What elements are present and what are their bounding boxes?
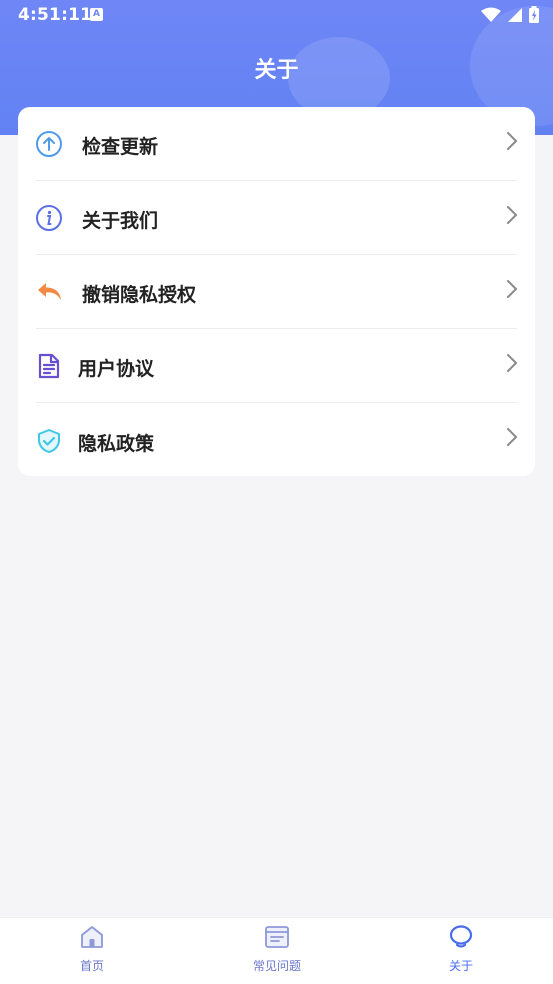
chevron-right-icon bbox=[507, 206, 518, 224]
chevron-right-icon bbox=[507, 428, 518, 446]
chevron-right-icon bbox=[507, 354, 518, 372]
faq-icon bbox=[265, 926, 289, 948]
status-bar: 4:51:11 A bbox=[0, 0, 553, 32]
tab-about[interactable]: 关于 bbox=[401, 918, 521, 984]
menu-item-label: 用户协议 bbox=[78, 358, 155, 380]
menu-item-user-agreement[interactable]: 用户协议 bbox=[18, 329, 535, 403]
menu-item-about-us[interactable]: 关于我们 bbox=[18, 181, 535, 255]
page-title: 关于 bbox=[254, 58, 299, 83]
tab-home[interactable]: 首页 bbox=[32, 918, 152, 984]
signal-icon bbox=[508, 7, 522, 22]
status-time: 4:51:11 bbox=[18, 5, 93, 25]
menu-item-privacy-policy[interactable]: 隐私政策 bbox=[18, 403, 535, 477]
shield-check-icon bbox=[38, 429, 60, 453]
menu-item-label: 关于我们 bbox=[82, 210, 159, 232]
tab-faq[interactable]: 常见问题 bbox=[217, 918, 337, 984]
bottom-tab-bar: 首页 常见问题 关于 bbox=[0, 917, 553, 984]
chevron-right-icon bbox=[507, 280, 518, 298]
document-icon bbox=[38, 353, 60, 379]
menu-card: 检查更新 关于我们 撤销隐私授权 用户协议 隐私政策 bbox=[18, 107, 535, 476]
tab-label: 首页 bbox=[79, 959, 104, 973]
menu-item-label: 撤销隐私授权 bbox=[82, 284, 197, 306]
reply-arrow-icon bbox=[38, 283, 61, 300]
status-icons bbox=[481, 6, 539, 23]
menu-item-label: 检查更新 bbox=[82, 136, 159, 158]
wifi-icon bbox=[481, 7, 501, 22]
tab-label: 常见问题 bbox=[252, 959, 301, 973]
menu-item-check-update[interactable]: 检查更新 bbox=[18, 107, 535, 181]
home-icon bbox=[81, 926, 103, 948]
info-icon bbox=[36, 205, 62, 231]
menu-item-revoke-privacy[interactable]: 撤销隐私授权 bbox=[18, 255, 535, 329]
battery-icon bbox=[529, 6, 539, 23]
menu-item-label: 隐私政策 bbox=[78, 433, 155, 455]
upload-arrow-icon bbox=[36, 131, 62, 157]
bulb-icon bbox=[449, 925, 473, 948]
tab-label: 关于 bbox=[448, 959, 473, 973]
chevron-right-icon bbox=[507, 132, 518, 150]
notification-badge-icon: A bbox=[90, 8, 103, 21]
